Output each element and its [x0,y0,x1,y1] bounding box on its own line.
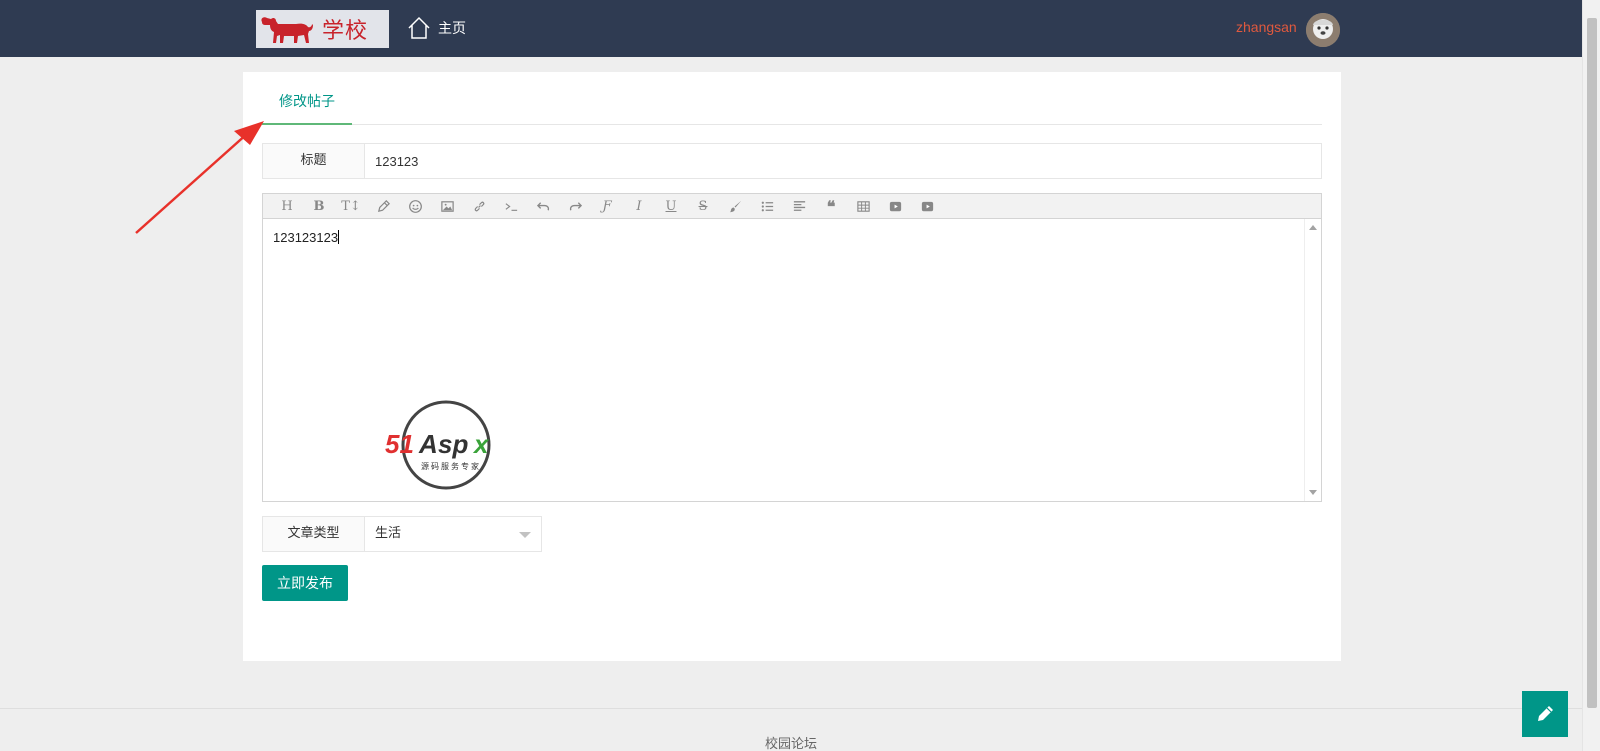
category-label: 文章类型 [263,517,365,551]
category-field-row: 文章类型 生活 [262,516,542,552]
category-select[interactable]: 生活 [365,517,541,551]
floating-edit-button[interactable] [1522,691,1568,737]
editor-toolbar: H B T↕ Ƒ I U S ❝ [263,194,1321,219]
table-icon[interactable] [847,194,879,218]
brush-icon[interactable] [719,194,751,218]
watermark-brand-51: 51 [385,429,414,459]
page-scrollbar[interactable] [1582,0,1600,751]
home-link[interactable]: 主页 [406,14,466,42]
strikethrough-icon[interactable]: S [687,194,719,218]
code-icon[interactable] [495,194,527,218]
publish-button[interactable]: 立即发布 [262,565,348,601]
image-icon[interactable] [431,194,463,218]
editor-content-text: 123123123 [273,230,339,245]
site-logo[interactable]: 学校 [256,10,389,48]
username-link[interactable]: zhangsan [1236,19,1297,35]
edit-post-card: 修改帖子 标题 H B T↕ Ƒ I U S ❝ [243,72,1341,661]
avatar[interactable] [1306,13,1340,47]
watermark-logo: 51 A sp x 源码服务专家 [381,399,511,491]
quote-icon[interactable]: ❝ [815,194,847,218]
logo-text: 学校 [322,19,369,44]
scroll-down-arrow-icon[interactable] [1309,490,1317,495]
video-icon[interactable] [879,194,911,218]
watermark-brand-a: A [418,429,438,459]
top-nav-bar: 学校 主页 zhangsan [0,0,1582,57]
redo-icon[interactable] [559,194,591,218]
chevron-down-icon [519,532,531,538]
bold-icon[interactable]: B [303,194,335,218]
tab-edit-post[interactable]: 修改帖子 [262,72,352,125]
pencil-icon[interactable] [367,194,399,218]
rich-text-editor: H B T↕ Ƒ I U S ❝ 123123123 51 A sp x 源码服… [262,193,1322,502]
avatar-image [1306,13,1340,47]
font-family-icon[interactable]: Ƒ [591,194,623,218]
undo-icon[interactable] [527,194,559,218]
text-caret [338,230,340,244]
watermark-brand-x: x [472,429,490,459]
title-label: 标题 [263,144,365,178]
home-label: 主页 [438,21,466,37]
annotation-arrow-icon [135,121,264,234]
home-icon [408,16,430,39]
editor-content-area[interactable]: 123123123 51 A sp x 源码服务专家 [263,219,1321,501]
watermark-tagline: 源码服务专家 [421,461,481,471]
title-field-row: 标题 [262,143,1322,179]
tab-bar: 修改帖子 [262,72,1322,125]
scrollbar-thumb[interactable] [1587,18,1597,708]
link-icon[interactable] [463,194,495,218]
align-left-icon[interactable] [783,194,815,218]
dog-logo-icon [261,17,313,43]
emoji-icon[interactable] [399,194,431,218]
watermark-brand-sp: sp [438,429,468,459]
page-footer: 校园论坛 [0,708,1582,751]
underline-icon[interactable]: U [655,194,687,218]
video-icon[interactable] [911,194,943,218]
pencil-edit-icon [1538,706,1553,721]
editor-scrollbar[interactable] [1304,219,1321,501]
font-size-icon[interactable]: T↕ [335,194,367,218]
heading-icon[interactable]: H [271,194,303,218]
footer-text: 校园论坛 [764,737,817,751]
italic-icon[interactable]: I [623,194,655,218]
scroll-up-arrow-icon[interactable] [1309,225,1317,230]
category-selected-value: 生活 [375,526,402,541]
list-icon[interactable] [751,194,783,218]
title-input[interactable] [365,144,1321,178]
